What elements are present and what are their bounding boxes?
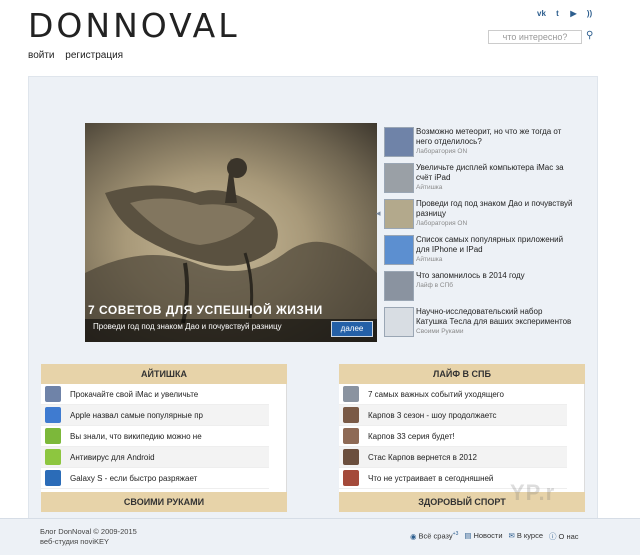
item-thumbnail	[45, 470, 61, 486]
news-category: Лаборатория ON	[416, 148, 468, 155]
news-category: Айтишка	[416, 256, 443, 263]
news-item[interactable]: Возможно метеорит, но что же тогда от не…	[384, 127, 574, 163]
news-thumbnail	[384, 163, 414, 193]
footer-link-about[interactable]: ⓘ О нас	[549, 531, 578, 542]
list-item-label: Прокачайте свой iMac и увеличьте	[70, 390, 199, 399]
featured-slider[interactable]: 7 СОВЕТОВ ДЛЯ УСПЕШНОЙ ЖИЗНИ Проведи год…	[85, 123, 377, 342]
footer-link-subscribe[interactable]: ✉ В курсе	[509, 531, 544, 542]
footer-link-label: Новости	[473, 531, 503, 540]
active-slide-arrow-icon: ◂	[376, 208, 381, 218]
list-item[interactable]: Galaxy S - если быстро разряжает	[41, 468, 269, 489]
list-item[interactable]: Антивирус для Android	[41, 447, 269, 468]
register-link[interactable]: регистрация	[65, 50, 123, 61]
item-thumbnail	[343, 470, 359, 486]
social-links: vk t ▶ ))	[536, 8, 595, 19]
slider-subtitle: Проведи год под знаком Дао и почувствуй …	[93, 322, 282, 331]
footer-link-news[interactable]: ▤ Новости	[464, 531, 502, 542]
document-icon: ▤	[464, 531, 472, 540]
news-item[interactable]: Проведи год под знаком Дао и почувствуй …	[384, 199, 574, 235]
watermark: YP.r	[510, 480, 556, 505]
item-thumbnail	[45, 407, 61, 423]
item-thumbnail	[343, 407, 359, 423]
news-thumbnail	[384, 127, 414, 157]
section-own-hands-title[interactable]: СВОИМИ РУКАМИ	[41, 492, 287, 512]
news-category: Лаборатория ON	[416, 220, 468, 227]
news-title: Научно-исследовательский набор Катушка Т…	[416, 307, 572, 326]
list-item-label: Стас Карпов вернется в 2012	[368, 453, 477, 462]
list-item-label: Что не устраивает в сегодняшней	[368, 474, 494, 483]
auth-links: войти регистрация	[28, 50, 131, 61]
youtube-icon[interactable]: ▶	[568, 8, 579, 19]
list-item-label: Galaxy S - если быстро разряжает	[70, 474, 198, 483]
site-logo[interactable]: DONNOVAL	[28, 6, 240, 45]
twitter-icon[interactable]: t	[552, 8, 563, 19]
slider-title: 7 СОВЕТОВ ДЛЯ УСПЕШНОЙ ЖИЗНИ	[88, 303, 323, 317]
list-item[interactable]: Стас Карпов вернется в 2012	[339, 447, 567, 468]
news-title: Список самых популярных приложений для I…	[416, 235, 564, 254]
list-item-label: Карпов 3 сезон - шоу продолжаетс	[368, 411, 497, 420]
news-category: Лайф в СПб	[416, 282, 454, 289]
news-item[interactable]: Увеличьте дисплей компьютера iMac за счё…	[384, 163, 574, 199]
list-item[interactable]: Карпов 33 серия будет!	[339, 426, 567, 447]
news-category: Своими Руками	[416, 328, 464, 335]
section-aitishka-title[interactable]: АЙТИШКА	[41, 364, 287, 384]
footer-link-all[interactable]: ◉ Всё сразу+3	[410, 531, 458, 542]
footer-link-sup: +3	[452, 531, 459, 537]
news-title: Увеличьте дисплей компьютера iMac за счё…	[416, 163, 564, 182]
item-thumbnail	[343, 449, 359, 465]
list-item-label: Карпов 33 серия будет!	[368, 432, 455, 441]
search-input[interactable]: что интересно?	[488, 30, 582, 44]
footer-copyright: Блог DonNoval © 2009-2015 веб-студия nov…	[40, 527, 137, 547]
section-life-spb-title[interactable]: ЛАЙФ В СПБ	[339, 364, 585, 384]
news-title: Возможно метеорит, но что же тогда от не…	[416, 127, 562, 146]
item-thumbnail	[45, 428, 61, 444]
list-item-label: Apple назвал самые популярные пр	[70, 411, 204, 420]
login-link[interactable]: войти	[28, 50, 55, 61]
footer-links: ◉ Всё сразу+3 ▤ Новости ✉ В курсе ⓘ О нас	[410, 531, 579, 542]
copyright-text: Блог DonNoval © 2009-2015	[40, 527, 137, 536]
list-item-label: Антивирус для Android	[70, 453, 155, 462]
vk-icon[interactable]: vk	[536, 8, 547, 19]
list-item-label: Вы знали, что википедию можно не	[70, 432, 202, 441]
list-item[interactable]: Прокачайте свой iMac и увеличьте	[41, 384, 269, 405]
news-item[interactable]: Список самых популярных приложений для I…	[384, 235, 574, 271]
list-item[interactable]: Карпов 3 сезон - шоу продолжаетс	[339, 405, 567, 426]
item-thumbnail	[45, 386, 61, 402]
news-thumbnail	[384, 235, 414, 265]
mail-icon: ✉	[508, 531, 515, 540]
news-category: Айтишка	[416, 184, 443, 191]
list-item-label: 7 самых важных событий уходящего	[368, 390, 504, 399]
info-icon: ⓘ	[549, 532, 557, 541]
rss-icon[interactable]: ))	[584, 8, 595, 19]
list-item[interactable]: 7 самых важных событий уходящего	[339, 384, 567, 405]
list-item[interactable]: Apple назвал самые популярные пр	[41, 405, 269, 426]
studio-link[interactable]: веб-студия noviKEY	[40, 537, 137, 547]
footer-link-label: В курсе	[516, 531, 544, 540]
news-thumbnail	[384, 307, 414, 337]
item-thumbnail	[45, 449, 61, 465]
footer-link-label: О нас	[558, 532, 579, 541]
rss-icon: ◉	[410, 531, 417, 541]
news-thumbnail	[384, 271, 414, 301]
news-title: Что запомнилось в 2014 году	[416, 271, 525, 280]
slider-more-button[interactable]: далее	[331, 321, 373, 337]
footer: Блог DonNoval © 2009-2015 веб-студия nov…	[0, 518, 640, 555]
item-thumbnail	[343, 386, 359, 402]
news-item[interactable]: Что запомнилось в 2014 году Лайф в СПб	[384, 271, 574, 307]
news-title: Проведи год под знаком Дао и почувствуй …	[416, 199, 573, 218]
item-thumbnail	[343, 428, 359, 444]
footer-link-label: Всё сразу	[418, 531, 453, 541]
search-icon[interactable]: ⚲	[586, 30, 598, 42]
news-item[interactable]: Научно-исследовательский набор Катушка Т…	[384, 307, 574, 343]
news-thumbnail	[384, 199, 414, 229]
list-item[interactable]: Вы знали, что википедию можно не	[41, 426, 269, 447]
